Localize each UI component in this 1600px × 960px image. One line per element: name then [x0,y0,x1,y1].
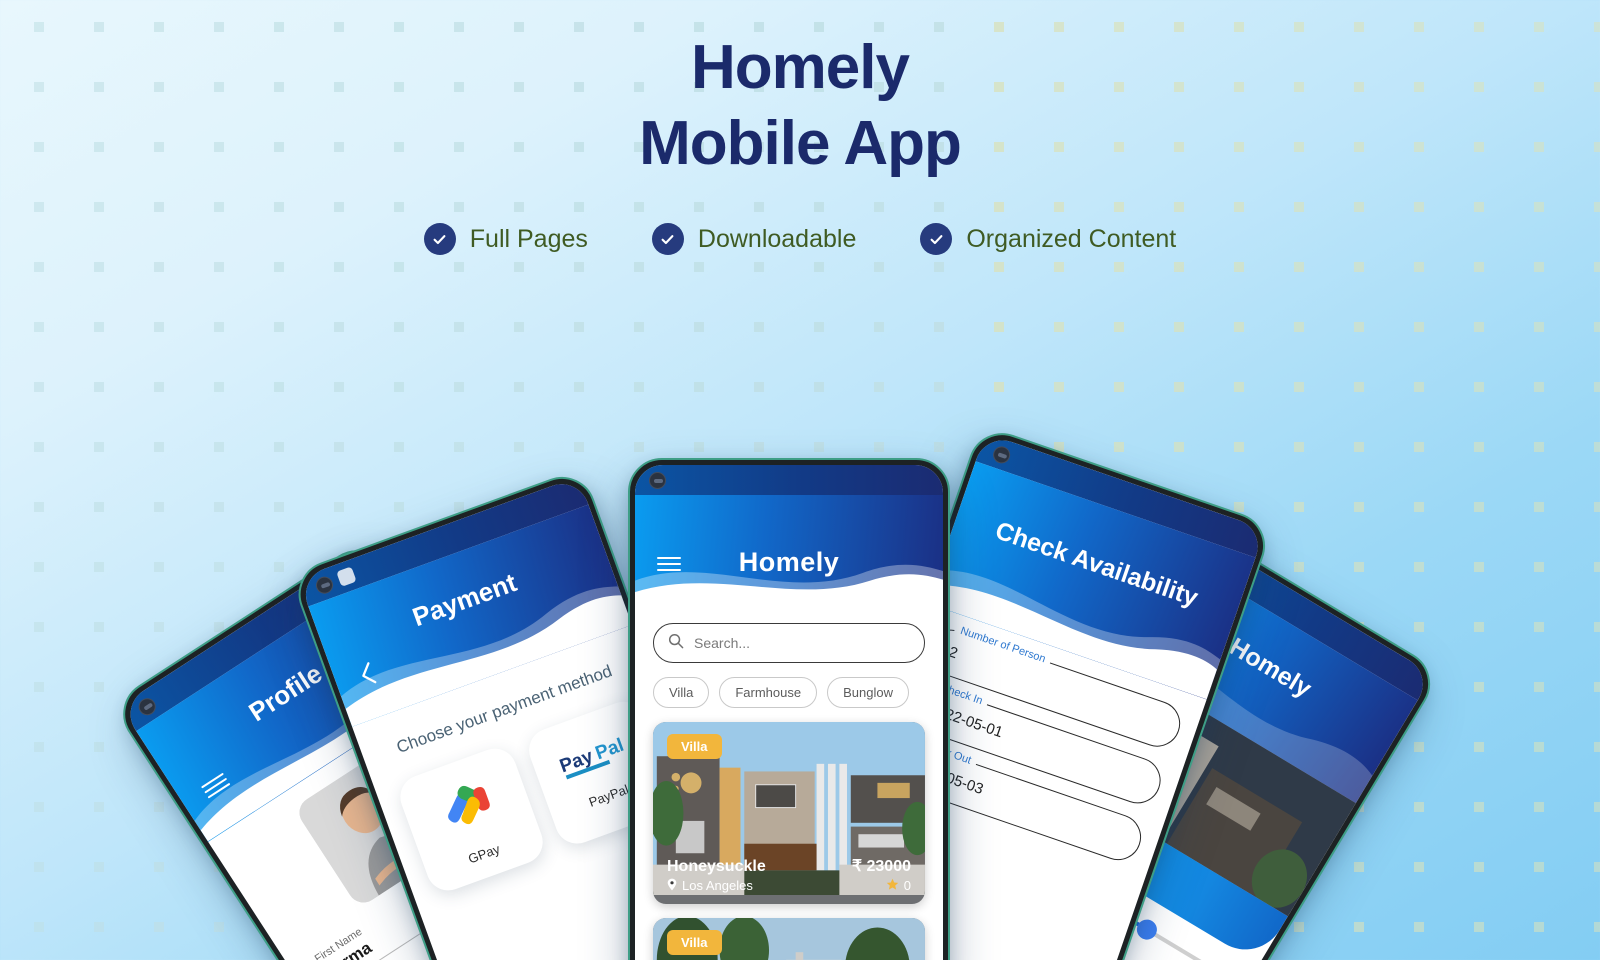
property-location: Los Angeles [667,878,766,894]
search-icon [668,633,684,654]
page-title: Homely Mobile App [0,30,1600,181]
payment-method-label: GPay [466,841,502,867]
property-price: ₹ 23000 [851,858,911,875]
payment-method-label: PayPal [586,781,631,810]
phone-screen-home: Homely Search... Villa Farmhouse Bunglow… [635,465,943,960]
app-bar: Homely [635,495,943,607]
feature-label: Downloadable [697,224,857,253]
category-chip-list: Villa Farmhouse Bunglow [635,663,943,718]
front-camera-icon [135,694,159,719]
phone-mockup-home: Homely Search... Villa Farmhouse Bunglow… [628,458,950,960]
feature-badge-organized-content: Organized Content [920,223,1177,256]
property-card[interactable]: Villa Honeysuckle Los Angeles ₹ 23000 0 [653,722,925,904]
payment-method-gpay[interactable]: GPay [394,742,549,897]
property-name: Honeysuckle [667,858,766,875]
property-location-label: Los Angeles [682,878,753,894]
svg-text:Pal: Pal [592,735,626,764]
search-placeholder: Search... [694,635,751,651]
front-camera-icon [649,472,666,489]
property-rating-value: 0 [903,878,911,894]
search-input[interactable]: Search... [653,623,925,663]
status-bar-app-icon [336,566,357,587]
feature-label: Organized Content [966,224,1177,253]
chip-farmhouse[interactable]: Farmhouse [719,677,818,708]
property-type-badge: Villa [667,734,722,759]
feature-label: Full Pages [469,224,588,253]
page-header: Homely Mobile App Full Pages Downloadabl… [0,0,1600,256]
front-camera-icon [990,444,1013,466]
chip-bunglow[interactable]: Bunglow [827,677,909,708]
chip-villa[interactable]: Villa [653,677,710,708]
property-type-badge: Villa [667,930,722,955]
page-title-line-2: Mobile App [639,108,962,178]
star-icon [886,878,899,894]
gpay-logo-icon [429,768,505,847]
check-circle-icon [920,223,953,256]
status-bar [635,465,943,495]
page-title-line-1: Homely [691,33,910,102]
check-circle-icon [651,223,684,256]
property-card[interactable]: Villa [653,918,925,960]
appbar-wave-decoration [635,564,943,607]
check-circle-icon [423,223,456,256]
feature-badge-list: Full Pages Downloadable Organized Conten… [0,223,1600,256]
feature-badge-downloadable: Downloadable [651,223,857,256]
property-card-footer: Honeysuckle Los Angeles ₹ 23000 0 [653,852,925,904]
front-camera-icon [313,574,336,597]
property-rating: 0 [852,878,911,894]
map-pin-icon [667,878,677,894]
feature-badge-full-pages: Full Pages [423,223,588,256]
search-bar-wrap: Search... [635,607,943,663]
